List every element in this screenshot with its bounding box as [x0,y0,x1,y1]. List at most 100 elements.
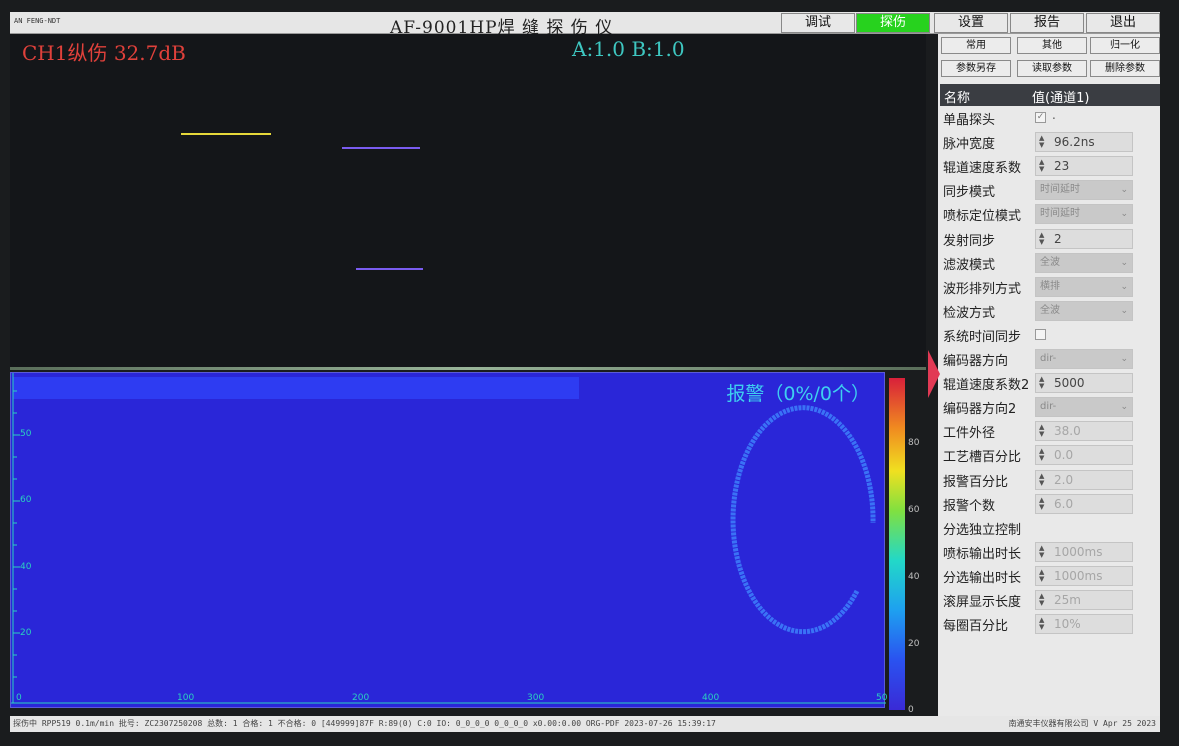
param-spinbox[interactable]: ▲ ▼ 96.2ns [1035,132,1133,153]
chevron-down-icon: ⌄ [1120,209,1128,220]
save-params-as-button[interactable]: 参数另存 [941,60,1011,77]
x-tick: 400 [702,693,720,703]
param-spinbox[interactable]: ▲ ▼ 2 [1035,228,1133,249]
nav-inspect-button[interactable]: 探伤 [856,13,930,33]
param-row[interactable]: 每圈百分比 ▲ ▼ 10% [940,612,1160,636]
param-spinbox[interactable]: ▲ ▼ 0.0 [1035,445,1133,466]
param-dropdown[interactable]: dir- ⌄ [1035,397,1133,418]
spin-arrows-icon[interactable]: ▲ ▼ [1039,231,1044,246]
status-info: 探伤中 RPP519 0.1m/min 批号: ZC2307250208 总数:… [13,719,716,728]
spin-arrows-icon[interactable]: ▲ ▼ [1039,424,1044,438]
a-scan-view[interactable]: CH1纵伤 32.7dB A:1.0 B:1.0 [10,34,926,370]
param-row[interactable]: 同步模式 时间延时 ⌄ [940,178,1160,202]
param-spinbox[interactable]: ▲ ▼ 2.0 [1035,469,1133,490]
ab-gate-readout: A:1.0 B:1.0 [572,37,685,61]
load-params-button[interactable]: 读取参数 [1017,60,1087,77]
param-name: 滤波模式 [943,257,996,273]
nav-settings-button[interactable]: 设置 [934,13,1008,33]
common-button[interactable]: 常用 [941,37,1011,54]
param-dropdown[interactable]: dir- ⌄ [1035,349,1133,369]
param-row[interactable]: 滚屏显示长度 ▲ ▼ 25m [940,588,1160,612]
param-row[interactable]: 分选输出时长 ▲ ▼ 1000ms [940,564,1160,588]
param-row[interactable]: 编码器方向2 dir- ⌄ [940,395,1160,419]
x-tick: 0 [16,693,22,703]
param-dropdown[interactable]: 横排 ⌄ [1035,276,1133,297]
param-row[interactable]: 单晶探头 ✓. [940,106,1160,130]
defect-ring [730,405,876,635]
spin-arrows-icon[interactable]: ▲ ▼ [1039,544,1044,559]
param-value: 10% [1054,617,1081,632]
param-spinbox[interactable]: ▲ ▼ 6.0 [1035,493,1133,514]
param-row[interactable]: 工艺槽百分比 ▲ ▼ 0.0 [940,443,1160,467]
param-value: . [1052,108,1056,122]
parameter-panel: 常用 其他 归一化 参数另存 读取参数 删除参数 名称 值(通道1) 单晶探头 ✓… [938,34,1160,716]
param-row[interactable]: 报警个数 ▲ ▼ 6.0 [940,492,1160,516]
param-row[interactable]: 检波方式 全波 ⌄ [940,299,1160,323]
param-spinbox[interactable]: ▲ ▼ 10% [1035,614,1133,635]
param-name: 波形排列方式 [943,281,1022,297]
spin-arrows-icon[interactable]: ▲ ▼ [1039,496,1044,511]
scan-progress-band [13,377,579,399]
param-dropdown[interactable]: 时间延时 ⌄ [1035,204,1133,225]
param-row[interactable]: 波形排列方式 横排 ⌄ [940,275,1160,299]
colorbar-tick: 0 [908,705,914,715]
param-name: 喷标定位模式 [943,209,1022,225]
gate-a-line[interactable] [181,133,271,135]
param-value: 23 [1054,159,1070,174]
param-row[interactable]: 滤波模式 全波 ⌄ [940,251,1160,275]
param-spinbox[interactable]: ▲ ▼ 5000 [1035,373,1133,394]
param-dropdown[interactable]: 时间延时 ⌄ [1035,180,1133,201]
delete-params-button[interactable]: 删除参数 [1090,60,1160,77]
param-table-header: 名称 值(通道1) [940,84,1160,106]
nav-debug-button[interactable]: 调试 [781,13,855,33]
param-value: 1000ms [1054,544,1103,559]
spin-arrows-icon[interactable]: ▲ ▼ [1039,448,1044,462]
alarm-status: 报警（0%/0个） [726,383,870,405]
param-value: 5000 [1054,376,1085,391]
param-spinbox[interactable]: ▲ ▼ 1000ms [1035,541,1133,562]
spin-arrows-icon[interactable]: ▲ ▼ [1039,593,1044,607]
param-checkbox[interactable] [1035,328,1046,340]
param-row[interactable]: 编码器方向 dir- ⌄ [940,347,1160,371]
param-row[interactable]: 系统时间同步 [940,323,1160,347]
normalize-button[interactable]: 归一化 [1090,37,1160,54]
param-row[interactable]: 辊道速度系数2 ▲ ▼ 5000 [940,371,1160,395]
param-row[interactable]: 工件外径 ▲ ▼ 38.0 [940,419,1160,443]
c-scan-view[interactable]: 报警（0%/0个） [10,372,886,708]
param-spinbox[interactable]: ▲ ▼ 38.0 [1035,421,1133,442]
other-button[interactable]: 其他 [1017,37,1087,54]
param-spinbox[interactable]: ▲ ▼ 1000ms [1035,565,1133,586]
param-name: 分选独立控制 [943,522,1022,538]
gate-c-line[interactable] [356,268,423,270]
nav-exit-button[interactable]: 退出 [1086,13,1160,33]
param-spinbox[interactable]: ▲ ▼ 25m [1035,590,1133,610]
param-name: 喷标输出时长 [943,546,1022,562]
spin-arrows-icon[interactable]: ▲ ▼ [1039,617,1044,631]
param-row[interactable]: 发射同步 ▲ ▼ 2 [940,227,1160,251]
param-value: 全波 [1040,304,1060,316]
param-row[interactable]: 报警百分比 ▲ ▼ 2.0 [940,468,1160,492]
param-checkbox[interactable]: ✓ [1035,112,1046,123]
spin-arrows-icon[interactable]: ▲ ▼ [1039,159,1044,173]
spin-arrows-icon[interactable]: ▲ ▼ [1039,135,1044,149]
param-row[interactable]: 喷标输出时长 ▲ ▼ 1000ms [940,540,1160,564]
param-row[interactable]: 分选独立控制 [940,516,1160,540]
spin-arrows-icon[interactable]: ▲ ▼ [1039,568,1044,583]
nav-report-button[interactable]: 报告 [1010,13,1084,33]
spin-arrows-icon[interactable]: ▲ ▼ [1039,472,1044,487]
x-tick: 100 [177,693,195,703]
param-dropdown[interactable]: 全波 ⌄ [1035,252,1133,273]
colorbar-tick: 60 [908,505,920,515]
y-tick: 60 [20,495,32,505]
param-row[interactable]: 喷标定位模式 时间延时 ⌄ [940,202,1160,226]
param-value: 2 [1054,231,1062,246]
param-dropdown[interactable]: 全波 ⌄ [1035,300,1133,321]
param-row[interactable]: 辊道速度系数 ▲ ▼ 23 [940,154,1160,178]
param-name: 报警个数 [943,498,996,514]
gate-b-line[interactable] [342,147,420,149]
param-name: 工艺槽百分比 [943,450,1022,466]
spin-arrows-icon[interactable]: ▲ ▼ [1039,376,1044,390]
param-value: 2.0 [1054,472,1074,487]
param-spinbox[interactable]: ▲ ▼ 23 [1035,156,1133,177]
param-row[interactable]: 脉冲宽度 ▲ ▼ 96.2ns [940,130,1160,154]
